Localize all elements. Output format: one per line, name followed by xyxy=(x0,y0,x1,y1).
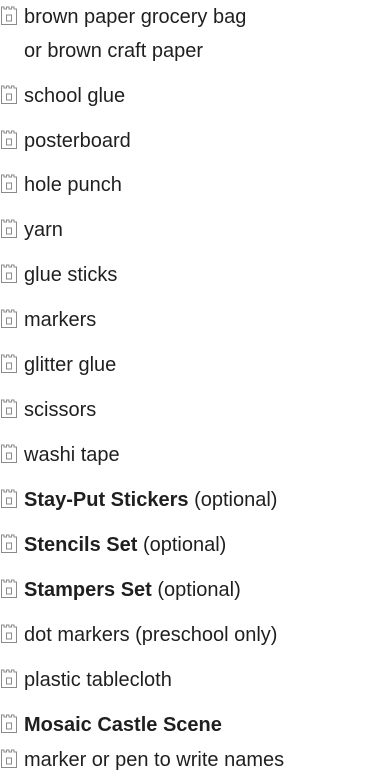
castle-icon xyxy=(0,577,18,599)
item-text: posterboard xyxy=(24,130,131,152)
list-item: scissors xyxy=(0,393,96,427)
list-item: glue sticks xyxy=(0,258,117,292)
list-item: glitter glue xyxy=(0,348,116,382)
list-item: Stampers Set (optional) xyxy=(0,573,241,607)
castle-icon xyxy=(0,442,18,464)
list-item: posterboard xyxy=(0,124,131,158)
castle-icon xyxy=(0,487,18,509)
item-text: plastic tablecloth xyxy=(24,669,172,691)
item-name-bold: Stencils Set xyxy=(24,534,138,556)
castle-icon xyxy=(0,4,18,26)
item-text: (optional) xyxy=(188,489,278,511)
list-item: Mosaic Castle Scene xyxy=(0,708,222,742)
castle-icon xyxy=(0,712,18,734)
item-text: hole punch xyxy=(24,174,122,196)
castle-icon xyxy=(0,667,18,689)
castle-icon xyxy=(0,352,18,374)
list-item: hole punch xyxy=(0,168,122,202)
castle-icon xyxy=(0,622,18,644)
castle-icon xyxy=(0,397,18,419)
item-text: glue sticks xyxy=(24,264,118,286)
castle-icon xyxy=(0,747,18,769)
list-item: marker or pen to write names xyxy=(0,743,284,777)
castle-icon xyxy=(0,307,18,329)
list-item: school glue xyxy=(0,79,125,113)
item-text: scissors xyxy=(24,399,97,421)
item-name-bold: Stay-Put Stickers xyxy=(24,489,189,511)
item-name-bold: Mosaic Castle Scene xyxy=(24,714,222,736)
castle-icon xyxy=(0,532,18,554)
list-item: markers xyxy=(0,303,96,337)
item-text: brown paper grocery bag xyxy=(24,6,247,28)
castle-icon xyxy=(0,83,18,105)
castle-icon xyxy=(0,262,18,284)
list-item: Stencils Set (optional) xyxy=(0,528,226,562)
list-item: Stay-Put Stickers (optional) xyxy=(0,483,277,517)
item-text: school glue xyxy=(24,85,126,107)
item-text: (optional) xyxy=(151,579,241,601)
item-text-continued: or brown craft paper xyxy=(24,40,203,62)
list-item: brown paper grocery bag xyxy=(0,0,246,34)
castle-icon xyxy=(0,217,18,239)
castle-icon xyxy=(0,172,18,194)
list-item: dot markers (preschool only) xyxy=(0,618,277,652)
item-name-bold: Stampers Set xyxy=(24,579,152,601)
item-text: dot markers (preschool only) xyxy=(24,624,278,646)
list-item: yarn xyxy=(0,213,63,247)
item-text: markers xyxy=(24,309,97,331)
castle-icon xyxy=(0,128,18,150)
list-item: washi tape xyxy=(0,438,120,472)
item-text: washi tape xyxy=(24,444,120,466)
item-text: marker or pen to write names xyxy=(24,749,285,771)
item-text: (optional) xyxy=(137,534,227,556)
list-item: plastic tablecloth xyxy=(0,663,172,697)
item-text: glitter glue xyxy=(24,354,117,376)
item-text: yarn xyxy=(24,219,63,241)
